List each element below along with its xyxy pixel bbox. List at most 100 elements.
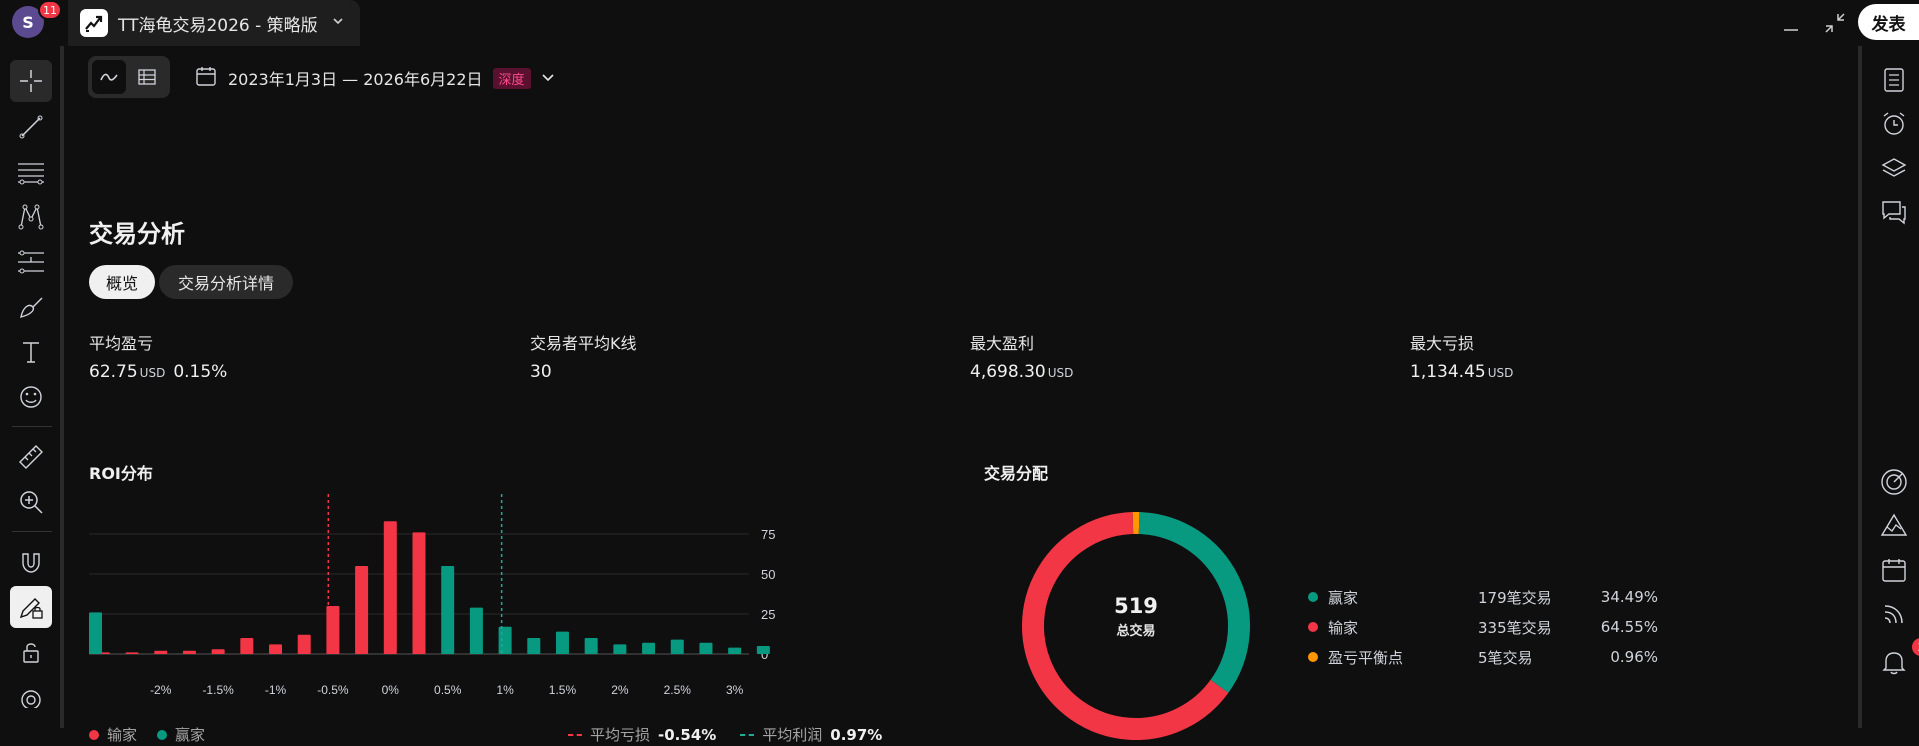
- winner-bar: [728, 648, 741, 654]
- text-tool-icon[interactable]: [10, 331, 52, 373]
- loser-bar: [240, 638, 253, 654]
- loser-bar: [269, 644, 282, 654]
- distribution-row-breakeven: 盈亏平衡点 5笔交易 0.96%: [1308, 642, 1658, 672]
- x-tick-label: 1.5%: [549, 683, 577, 697]
- notification-count-badge: 11: [38, 0, 62, 20]
- view-toggle: [88, 56, 170, 98]
- magnet-icon[interactable]: [10, 541, 52, 583]
- table-view-icon[interactable]: [130, 60, 164, 94]
- winner-bar: [585, 638, 598, 654]
- roi-average-legend: 平均亏损 -0.54% 平均利润 0.97%: [568, 724, 898, 745]
- tab-overview[interactable]: 概览: [89, 265, 155, 299]
- trend-line-icon[interactable]: [10, 106, 52, 148]
- winner-bar: [556, 632, 569, 654]
- date-range-selector[interactable]: 2023年1月3日 — 2026年6月22日 深度: [194, 64, 555, 92]
- avg-loss-dash: [568, 734, 582, 736]
- x-tick-label: -1.5%: [202, 683, 234, 697]
- avg-loss-label: 平均亏损: [590, 724, 650, 745]
- metric-avg-bars: 交易者平均K线 30: [530, 330, 637, 382]
- chat-icon[interactable]: [1874, 192, 1914, 232]
- chart-view-icon[interactable]: [92, 60, 126, 94]
- chevron-down-icon[interactable]: [541, 69, 555, 88]
- x-tick-label: 2%: [611, 683, 629, 697]
- metric-label: 最大盈利: [970, 330, 1073, 354]
- metric-unit: USD: [1488, 366, 1514, 380]
- ruler-icon[interactable]: [10, 436, 52, 478]
- lock-drawing-icon[interactable]: [10, 586, 52, 628]
- top-bar: S 11 TT海龟交易2026 - 策略版 发表: [0, 0, 1919, 46]
- loser-bar: [212, 649, 225, 654]
- winner-bar: [699, 643, 712, 654]
- loser-bar: [126, 652, 139, 654]
- trade-distribution-legend: 赢家 179笔交易 34.49% 输家 335笔交易 64.55% 盈亏平衡点 …: [1308, 582, 1658, 672]
- parallel-lines-icon[interactable]: [10, 151, 52, 193]
- loser-dot: [1308, 622, 1318, 632]
- donut-center: 519 总交易: [1016, 594, 1256, 639]
- row-count: 179笔交易: [1478, 587, 1588, 608]
- metric-value: 1,134.45: [1410, 362, 1486, 382]
- loser-bar: [355, 566, 368, 654]
- metric-value: 30: [530, 362, 552, 382]
- page-title: 交易分析: [89, 214, 185, 249]
- x-tick-label: 1%: [496, 683, 514, 697]
- ideas-icon[interactable]: [1874, 506, 1914, 546]
- loser-legend-dot: [89, 730, 99, 740]
- avg-win-label: 平均利润: [762, 724, 822, 745]
- pattern-icon[interactable]: [10, 196, 52, 238]
- y-tick-label: 25: [761, 607, 775, 622]
- alarm-clock-icon[interactable]: [1874, 104, 1914, 144]
- zoom-in-icon[interactable]: [10, 481, 52, 523]
- forecast-tools-icon[interactable]: [10, 241, 52, 283]
- bell-icon[interactable]: 3: [1874, 642, 1914, 682]
- collapse-icon[interactable]: [1822, 10, 1848, 36]
- unlock-icon[interactable]: [10, 631, 52, 673]
- winner-dot: [1308, 592, 1318, 602]
- winner-bar: [499, 627, 512, 654]
- chevron-down-icon[interactable]: [332, 15, 344, 31]
- winner-legend-dot: [157, 730, 167, 740]
- metric-max-profit: 最大盈利 4,698.30USD: [970, 330, 1073, 382]
- metric-unit: USD: [1048, 366, 1074, 380]
- radar-icon[interactable]: [1874, 462, 1914, 502]
- publish-button[interactable]: 发表: [1858, 4, 1919, 40]
- avg-win-dash: [740, 734, 754, 736]
- toolbar-divider: [12, 531, 52, 532]
- distribution-row-losers: 输家 335笔交易 64.55%: [1308, 612, 1658, 642]
- loser-bar: [154, 651, 167, 654]
- loser-bar: [298, 635, 311, 654]
- stream-icon[interactable]: [1874, 594, 1914, 634]
- row-label: 盈亏平衡点: [1328, 647, 1403, 668]
- chart-layout-tab[interactable]: TT海龟交易2026 - 策略版: [68, 0, 360, 46]
- avg-loss-value: -0.54%: [658, 726, 716, 744]
- visibility-icon[interactable]: [10, 676, 52, 712]
- chart-trend-icon: [80, 9, 108, 37]
- avg-win-value: 0.97%: [830, 726, 882, 744]
- brush-icon[interactable]: [10, 286, 52, 328]
- x-tick-label: 2.5%: [664, 683, 692, 697]
- loser-bar: [183, 651, 196, 654]
- notification-badge: 3: [1912, 638, 1919, 656]
- distribution-row-winners: 赢家 179笔交易 34.49%: [1308, 582, 1658, 612]
- winner-bar: [671, 640, 684, 654]
- date-range-text: 2023年1月3日 — 2026年6月22日: [228, 66, 483, 90]
- loser-bar: [384, 521, 397, 654]
- winner-bar: [527, 638, 540, 654]
- tab-trade-analysis-details[interactable]: 交易分析详情: [159, 265, 293, 299]
- minimize-icon[interactable]: [1780, 12, 1802, 34]
- roi-distribution-title: ROI分布: [89, 460, 153, 484]
- row-percent: 64.55%: [1588, 618, 1658, 636]
- layers-icon[interactable]: [1874, 148, 1914, 188]
- winner-bar: [642, 643, 655, 654]
- crosshair-icon[interactable]: [10, 60, 52, 102]
- calendar-icon[interactable]: [1874, 550, 1914, 590]
- y-tick-label: 75: [761, 527, 775, 542]
- winner-bar: [470, 608, 483, 654]
- strategy-report-panel: 2023年1月3日 — 2026年6月22日 深度 交易分析 概览 交易分析详情…: [68, 46, 1854, 728]
- metric-value: 4,698.30: [970, 362, 1046, 382]
- y-tick-label: 50: [761, 567, 775, 582]
- winner-bar: [89, 612, 102, 654]
- winner-legend-label: 赢家: [175, 724, 205, 745]
- watchlist-icon[interactable]: [1874, 60, 1914, 100]
- calendar-icon: [194, 64, 218, 92]
- emoji-icon[interactable]: [10, 376, 52, 418]
